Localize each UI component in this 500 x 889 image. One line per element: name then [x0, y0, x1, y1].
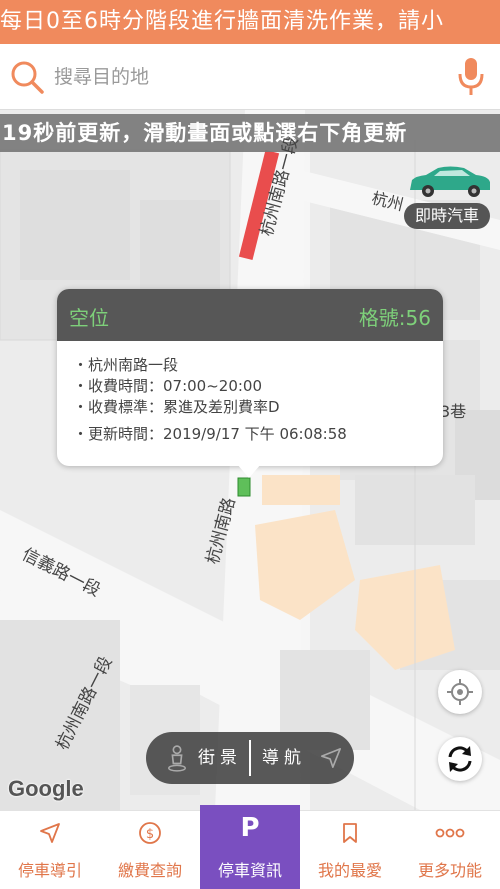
locate-button[interactable]	[438, 670, 482, 714]
tab-label: 繳費查詢	[117, 861, 182, 880]
navigate-label: 導航	[262, 748, 306, 768]
navigate-arrow-icon	[321, 748, 341, 768]
search-icon[interactable]	[8, 58, 46, 96]
tab-label: 停車導引	[17, 861, 82, 880]
streetview-label: 街景	[198, 748, 242, 768]
refresh-button[interactable]	[438, 737, 482, 781]
update-notice: 19秒前更新，滑動畫面或點選右下角更新	[0, 114, 500, 152]
parking-p-icon: P	[240, 813, 260, 843]
search-bar	[0, 44, 500, 110]
realtime-car-label[interactable]: 即時汽車	[404, 203, 490, 229]
dollar-coin-icon: $	[139, 822, 161, 844]
popup-rate: ・收費標準：累進及差別費率D	[73, 398, 280, 416]
streetview-button[interactable]: 街景	[164, 732, 246, 784]
popup-hours: ・收費時間：07:00~20:00	[73, 377, 263, 395]
car-icon[interactable]	[404, 164, 494, 200]
google-logo: Google	[8, 776, 84, 801]
bottom-tab-bar: 停車導引 $ 繳費查詢 P 停車資訊 我的最愛 更多功能	[0, 805, 500, 889]
tab-label: 停車資訊	[217, 861, 282, 880]
tab-parking-info[interactable]: P 停車資訊	[200, 805, 300, 889]
popup-pointer	[237, 464, 261, 478]
popup-header: 空位 格號:56	[57, 289, 443, 341]
popup-body: ・杭州南路一段 ・收費時間：07:00~20:00 ・收費標準：累進及差別費率D…	[57, 341, 443, 445]
refresh-icon	[448, 746, 472, 772]
tab-payment-query[interactable]: $ 繳費查詢	[100, 811, 200, 889]
microphone-icon[interactable]	[456, 56, 486, 98]
tab-label: 我的最愛	[317, 861, 382, 880]
tab-parking-guide[interactable]: 停車導引	[0, 811, 100, 889]
tab-favorites[interactable]: 我的最愛	[300, 811, 400, 889]
popup-updated: ・更新時間：2019/9/17 下午 06:08:58	[73, 425, 347, 443]
parking-info-popup[interactable]: 空位 格號:56 ・杭州南路一段 ・收費時間：07:00~20:00 ・收費標準…	[57, 289, 443, 466]
tab-label: 更多功能	[417, 861, 482, 880]
search-input[interactable]	[54, 62, 414, 92]
bookmark-icon	[343, 823, 357, 843]
navigate-button[interactable]: 導航	[262, 732, 346, 784]
pegman-icon	[168, 745, 186, 772]
mode-divider	[249, 740, 251, 776]
svg-text:$: $	[146, 827, 154, 842]
slot-number: 格號:56	[358, 306, 431, 330]
more-dots-icon	[435, 828, 465, 838]
announcement-banner[interactable]: 每日0至6時分階段進行牆面清洗作業，請小	[0, 0, 500, 44]
tab-more[interactable]: 更多功能	[400, 811, 500, 889]
popup-road: ・杭州南路一段	[73, 356, 179, 374]
street-label-lane: 3巷	[440, 402, 467, 421]
mode-switch: 街景 導航	[146, 732, 354, 784]
navigation-arrow-icon	[40, 823, 60, 843]
slot-status: 空位	[69, 306, 109, 330]
crosshair-icon	[447, 679, 473, 705]
